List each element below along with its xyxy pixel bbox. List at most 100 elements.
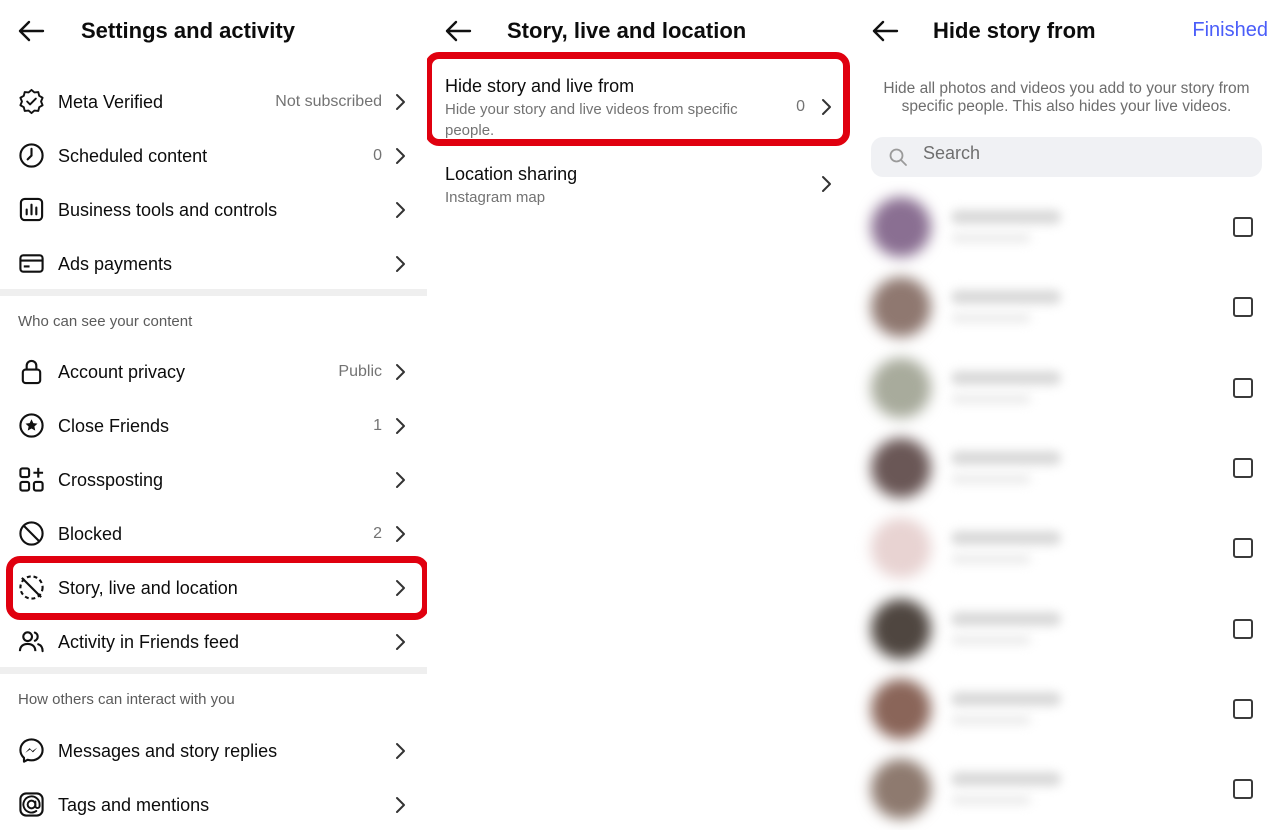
item-subtitle: Instagram map <box>445 189 546 206</box>
menu-label: Scheduled content <box>58 145 208 166</box>
hide-story-from-panel: Hide story from Finished Hide all photos… <box>853 0 1280 830</box>
person-row[interactable] <box>853 426 1280 506</box>
select-checkbox[interactable] <box>1233 538 1253 559</box>
menu-label: Crossposting <box>58 469 164 490</box>
blurred-username <box>951 313 1031 324</box>
menu-value: 1 <box>373 417 382 434</box>
person-row[interactable] <box>853 265 1280 345</box>
item-title: Hide story and live from <box>445 76 635 96</box>
person-row[interactable] <box>853 506 1280 586</box>
menu-item-ads-payments[interactable]: Ads payments <box>0 237 427 291</box>
back-arrow-icon[interactable] <box>16 16 46 46</box>
menu-item-business-tools[interactable]: Business tools and controls <box>0 183 427 237</box>
story-live-location-panel: Story, live and location Hide story and … <box>427 0 853 830</box>
blurred-username <box>951 714 1031 725</box>
blurred-name <box>951 772 1061 787</box>
select-checkbox[interactable] <box>1233 618 1253 639</box>
menu-item-crossposting[interactable]: Crossposting <box>0 453 427 507</box>
hide-story-live-item[interactable]: Hide story and live from Hide your story… <box>445 76 839 139</box>
menu-label: Messages and story replies <box>58 740 278 761</box>
chevron-right-icon <box>396 472 405 488</box>
menu-label: Blocked <box>58 523 123 544</box>
search-input[interactable] <box>923 143 1223 164</box>
chevron-right-icon <box>396 580 405 596</box>
person-row[interactable] <box>853 747 1280 827</box>
menu-label: Ads payments <box>58 253 173 274</box>
avatar <box>871 357 931 418</box>
star-circle-icon <box>19 413 44 438</box>
location-sharing-item[interactable]: Location sharing Instagram map <box>445 164 839 214</box>
menu-item-friends-feed[interactable]: Activity in Friends feed <box>0 615 427 669</box>
avatar <box>871 437 931 498</box>
back-arrow-icon[interactable] <box>870 16 900 46</box>
menu-item-blocked[interactable]: Blocked 2 <box>0 507 427 561</box>
section-header: How others can interact with you <box>18 691 235 708</box>
select-checkbox[interactable] <box>1233 297 1253 318</box>
blurred-name <box>951 290 1061 305</box>
item-subtitle: Hide your story and live videos from spe… <box>445 101 738 139</box>
menu-item-account-privacy[interactable]: Account privacy Public <box>0 345 427 399</box>
clock-icon <box>19 143 44 168</box>
menu-item-tags-mentions[interactable]: Tags and mentions <box>0 778 427 830</box>
section-divider <box>0 289 427 296</box>
select-checkbox[interactable] <box>1233 698 1253 719</box>
finished-button[interactable]: Finished <box>1192 19 1268 42</box>
page-title: Hide story from <box>933 18 1096 43</box>
chevron-right-icon <box>822 99 831 115</box>
blurred-name <box>951 691 1061 706</box>
blurred-name <box>951 450 1061 465</box>
bar-chart-icon <box>19 197 44 222</box>
messenger-icon <box>19 738 44 763</box>
blurred-username <box>951 634 1031 645</box>
avatar <box>871 518 931 579</box>
select-checkbox[interactable] <box>1233 217 1253 237</box>
blurred-name <box>951 370 1061 385</box>
chevron-right-icon <box>396 743 405 759</box>
grid-plus-icon <box>19 467 44 492</box>
chevron-right-icon <box>822 176 831 192</box>
chevron-right-icon <box>396 94 405 110</box>
avatar <box>871 759 931 820</box>
menu-item-close-friends[interactable]: Close Friends 1 <box>0 399 427 453</box>
menu-item-story-live-location[interactable]: Story, live and location <box>0 561 427 615</box>
credit-card-icon <box>19 254 44 273</box>
menu-item-meta-verified[interactable]: Meta Verified Not subscribed <box>0 75 427 129</box>
person-row[interactable] <box>853 587 1280 667</box>
chevron-right-icon <box>396 256 405 272</box>
select-checkbox[interactable] <box>1233 779 1253 800</box>
select-checkbox[interactable] <box>1233 457 1253 478</box>
avatar <box>871 678 931 739</box>
menu-item-messages-replies[interactable]: Messages and story replies <box>0 724 427 778</box>
description-text: Hide all photos and videos you add to yo… <box>883 80 1250 115</box>
hide-story-header: Hide story from Finished <box>853 0 1280 62</box>
settings-header: Settings and activity <box>0 0 427 62</box>
story-header: Story, live and location <box>427 0 853 62</box>
avatar <box>871 598 931 659</box>
chevron-right-icon <box>396 148 405 164</box>
blurred-username <box>951 473 1031 484</box>
menu-value: Public <box>338 363 382 380</box>
blurred-name <box>951 531 1061 546</box>
select-checkbox[interactable] <box>1233 377 1253 398</box>
blurred-name <box>951 210 1061 224</box>
avatar <box>871 277 931 338</box>
person-row[interactable] <box>853 346 1280 426</box>
menu-label: Business tools and controls <box>58 199 278 220</box>
menu-label: Tags and mentions <box>58 794 210 815</box>
chevron-right-icon <box>396 202 405 218</box>
back-arrow-icon[interactable] <box>443 16 473 46</box>
page-title: Settings and activity <box>81 18 295 43</box>
at-icon <box>19 792 44 817</box>
menu-label: Activity in Friends feed <box>58 631 240 652</box>
menu-item-scheduled-content[interactable]: Scheduled content 0 <box>0 129 427 183</box>
item-title: Location sharing <box>445 164 578 184</box>
menu-label: Account privacy <box>58 361 186 382</box>
person-row[interactable] <box>853 667 1280 747</box>
avatar <box>871 197 931 257</box>
person-row[interactable] <box>853 185 1280 265</box>
chevron-right-icon <box>396 418 405 434</box>
section-header: Who can see your content <box>18 313 193 330</box>
chevron-right-icon <box>396 634 405 650</box>
chevron-right-icon <box>396 797 405 813</box>
menu-label: Meta Verified <box>58 91 164 112</box>
